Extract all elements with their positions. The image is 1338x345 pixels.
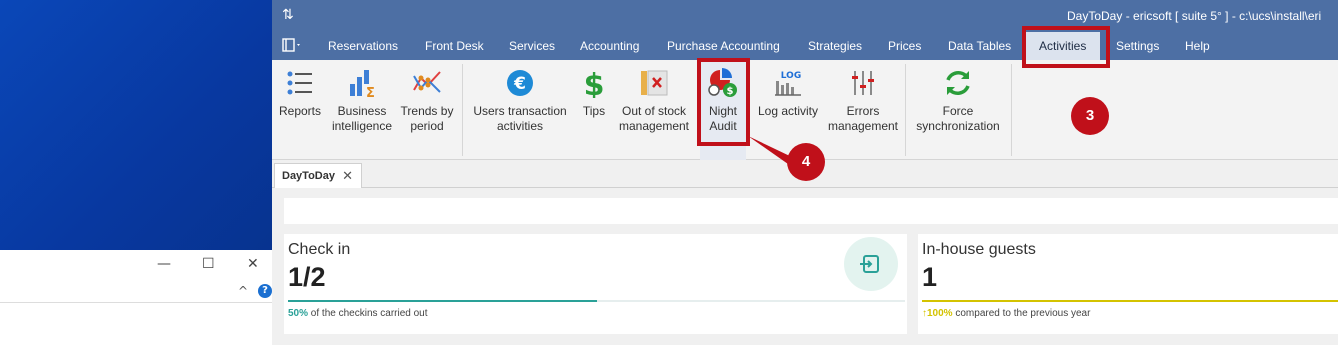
app-logo-icon: ⇅ bbox=[282, 7, 294, 23]
bi-label-line2: intelligence bbox=[331, 119, 393, 133]
inhouse-title: In-house guests bbox=[922, 241, 1036, 258]
menu-strategies[interactable]: Strategies bbox=[808, 32, 862, 60]
menu-bar: Reservations Front Desk Services Account… bbox=[272, 32, 1338, 60]
title-bar: ⇅ DayToDay - ericsoft [ suite 5° ] - c:\… bbox=[272, 0, 1338, 32]
app-menu-icon[interactable] bbox=[282, 38, 302, 56]
uta-label-line1: Users transaction bbox=[473, 104, 567, 118]
svg-text:Σ: Σ bbox=[366, 86, 375, 98]
sync-icon bbox=[946, 71, 970, 95]
svg-text:€: € bbox=[513, 74, 526, 94]
uta-label: Users transaction activities bbox=[468, 104, 572, 134]
inhouse-guests-card: In-house guests 1 ↑100% compared to the … bbox=[918, 234, 1338, 334]
checkin-note: 50% of the checkins carried out bbox=[288, 308, 428, 319]
reports-button[interactable]: Reports bbox=[276, 60, 324, 160]
tips-label: Tips bbox=[582, 104, 606, 118]
menu-front-desk[interactable]: Front Desk bbox=[425, 32, 484, 60]
annotation-marker-4: 4 bbox=[787, 143, 825, 181]
errors-management-button[interactable]: Errors management bbox=[826, 60, 900, 160]
uta-label-line2: activities bbox=[496, 119, 543, 133]
dollar-icon: $ bbox=[584, 68, 605, 98]
trends-label: Trends by period bbox=[397, 104, 457, 134]
log-activity-label: Log activity bbox=[757, 104, 819, 118]
dashboard-header-bar bbox=[284, 198, 1338, 224]
trends-by-period-button[interactable]: Trends by period bbox=[397, 60, 457, 160]
sync-label: Force synchronization bbox=[910, 104, 1006, 134]
inhouse-value: 1 bbox=[922, 262, 938, 292]
divider bbox=[0, 302, 272, 303]
inhouse-note: ↑100% compared to the previous year bbox=[922, 308, 1090, 319]
activities-highlight bbox=[1022, 26, 1110, 68]
app-window: ⇅ DayToDay - ericsoft [ suite 5° ] - c:\… bbox=[272, 0, 1338, 345]
minimize-icon[interactable]: — bbox=[157, 256, 171, 272]
sliders-icon bbox=[852, 71, 874, 95]
svg-text:LOG: LOG bbox=[781, 71, 801, 81]
inhouse-percent: ↑100% bbox=[922, 308, 953, 319]
checkin-percent: 50% bbox=[288, 308, 309, 319]
inhouse-progress-fill bbox=[922, 300, 1338, 302]
errors-label: Errors management bbox=[826, 104, 900, 134]
ribbon-separator bbox=[905, 64, 906, 156]
sync-label-line1: Force bbox=[942, 104, 974, 118]
maximize-icon[interactable]: ☐ bbox=[202, 256, 215, 272]
checkin-progress-fill bbox=[288, 300, 597, 302]
tab-label: DayToDay bbox=[282, 170, 335, 182]
help-icon[interactable]: ? bbox=[258, 284, 272, 298]
trends-label-line1: Trends by bbox=[400, 104, 454, 118]
menu-data-tables[interactable]: Data Tables bbox=[948, 32, 1011, 60]
checkin-card: Check in 1/2 50% of the checkins carried… bbox=[284, 234, 907, 334]
reports-label: Reports bbox=[278, 104, 322, 118]
menu-prices[interactable]: Prices bbox=[888, 32, 921, 60]
oos-label-line2: management bbox=[618, 119, 690, 133]
desktop-background bbox=[0, 0, 272, 250]
euro-icon: € bbox=[507, 70, 533, 96]
menu-services[interactable]: Services bbox=[509, 32, 555, 60]
bi-label-line1: Business bbox=[337, 104, 387, 118]
log-icon: LOG bbox=[775, 71, 801, 96]
business-intelligence-button[interactable]: Σ Business intelligence bbox=[327, 60, 397, 160]
menu-reservations[interactable]: Reservations bbox=[328, 32, 398, 60]
checkin-progress-track bbox=[288, 300, 905, 302]
errors-label-line1: Errors bbox=[846, 104, 880, 118]
close-icon[interactable]: ✕ bbox=[247, 256, 259, 272]
menu-help[interactable]: Help bbox=[1185, 32, 1210, 60]
annotation-marker-3: 3 bbox=[1071, 97, 1109, 135]
checkin-value: 1/2 bbox=[288, 262, 326, 292]
bar-chart-sigma-icon: Σ bbox=[350, 70, 375, 98]
trend-lines-icon bbox=[413, 71, 441, 93]
night-audit-highlight bbox=[697, 58, 750, 146]
bi-label: Business intelligence bbox=[327, 104, 397, 134]
checkin-title: Check in bbox=[288, 241, 351, 258]
users-transaction-activities-button[interactable]: € Users transaction activities bbox=[468, 60, 572, 160]
menu-settings[interactable]: Settings bbox=[1116, 32, 1159, 60]
window-title: DayToDay - ericsoft [ suite 5° ] - c:\uc… bbox=[1067, 9, 1322, 23]
tab-daytoday[interactable]: DayToDay ✕ bbox=[274, 163, 362, 189]
checkin-note-text: of the checkins carried out bbox=[310, 308, 428, 319]
list-icon bbox=[287, 71, 312, 95]
sync-label-line2: synchronization bbox=[916, 119, 1000, 133]
tips-button[interactable]: $ Tips bbox=[575, 60, 613, 160]
checkin-icon[interactable] bbox=[844, 237, 898, 291]
ribbon-separator bbox=[1011, 64, 1012, 156]
menu-accounting[interactable]: Accounting bbox=[580, 32, 639, 60]
menu-purchase-accounting[interactable]: Purchase Accounting bbox=[667, 32, 780, 60]
ribbon-separator bbox=[462, 64, 463, 156]
oos-label-line1: Out of stock bbox=[621, 104, 687, 118]
force-synchronization-button[interactable]: Force synchronization bbox=[910, 60, 1006, 160]
errors-label-line2: management bbox=[827, 119, 899, 133]
inhouse-note-text: compared to the previous year bbox=[955, 308, 1091, 319]
oos-label: Out of stock management bbox=[616, 104, 692, 134]
svg-text:$: $ bbox=[584, 68, 605, 98]
out-of-stock-icon bbox=[641, 70, 668, 96]
background-window: — ☐ ✕ ^ ? bbox=[0, 250, 272, 345]
dashboard: Check in 1/2 50% of the checkins carried… bbox=[272, 188, 1338, 345]
out-of-stock-management-button[interactable]: Out of stock management bbox=[616, 60, 692, 160]
trends-label-line2: period bbox=[410, 119, 444, 133]
close-tab-icon[interactable]: ✕ bbox=[342, 168, 353, 184]
inhouse-progress-track bbox=[922, 300, 1338, 302]
chevron-up-icon[interactable]: ^ bbox=[238, 284, 248, 298]
